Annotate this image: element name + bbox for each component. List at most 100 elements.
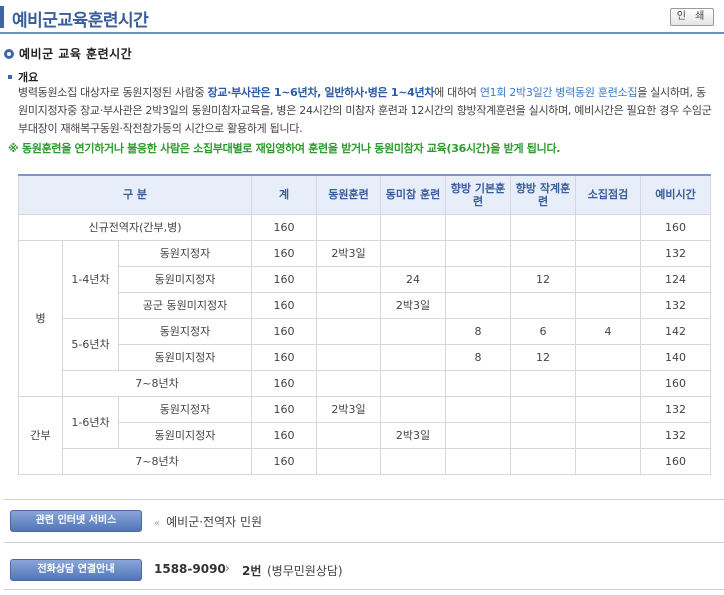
circle-bullet-icon [4, 48, 14, 59]
cell-basic: 8 [445, 317, 511, 345]
related-services-row: 관련 인터넷 서비스 « 예비군·전역자 민원 [4, 499, 724, 543]
row-category: 동원미지정자 [118, 265, 252, 293]
cell-reserve: 132 [640, 291, 711, 319]
row-category: 동원미지정자 [118, 421, 252, 449]
cell-mobilization [316, 291, 381, 319]
cell-check [575, 265, 641, 293]
related-link-label: 예비군·전역자 민원 [166, 515, 263, 529]
table-row: 동원미지정자 160 8 12 140 [19, 343, 711, 371]
print-button[interactable]: 인 쇄 [670, 8, 714, 26]
cell-total: 160 [251, 343, 317, 371]
cell-nonattendee [380, 343, 446, 371]
cell-check [575, 395, 641, 423]
cell-mobilization [316, 317, 381, 345]
cell-nonattendee: 2박3일 [380, 291, 446, 319]
cell-check [575, 291, 641, 319]
cell-basic [445, 291, 511, 319]
phone-extension: 2번 [242, 564, 262, 578]
table-row: 공군 동원미지정자 160 2박3일 132 [19, 291, 711, 319]
header-check: 소집점검 [575, 174, 641, 215]
cell-basic [445, 213, 511, 241]
cell-nonattendee: 24 [380, 265, 446, 293]
cell-operation [510, 369, 576, 397]
cell-check [575, 213, 641, 241]
overview-title: 개요 [18, 71, 39, 84]
cell-reserve: 124 [640, 265, 711, 293]
cell-basic [445, 369, 511, 397]
cell-operation [510, 395, 576, 423]
phone-number: 1588-9090 [154, 562, 226, 576]
table-row: 병 1-4년차 동원지정자 160 2박3일 132 [18, 239, 711, 397]
header-reserve: 예비시간 [640, 174, 711, 215]
cell-reserve: 132 [640, 239, 711, 267]
cell-check [575, 421, 641, 449]
group-years: 1-6년차 [62, 395, 119, 449]
cell-basic [445, 265, 511, 293]
table-row: 7~8년차 160 160 [19, 369, 711, 397]
cell-mobilization [316, 265, 381, 293]
cell-operation: 6 [510, 317, 576, 345]
cell-operation [510, 447, 576, 475]
row-category: 신규전역자(간부,병) [18, 213, 252, 241]
cell-operation [510, 421, 576, 449]
header-nonattendee: 동미참 훈련 [380, 174, 446, 215]
group-years: 5-6년차 [62, 317, 119, 371]
page-title: 예비군교육훈련시간 [12, 11, 149, 31]
training-hours-table: 구 분 계 동원훈련 동미참 훈련 향방 기본훈련 향방 작계훈련 소집점검 예… [18, 174, 711, 475]
cell-mobilization [316, 213, 381, 241]
cell-total: 160 [251, 447, 317, 475]
cell-operation [510, 239, 576, 267]
cell-basic [445, 395, 511, 423]
cell-reserve: 132 [640, 421, 711, 449]
cell-operation: 12 [510, 265, 576, 293]
overview-text-2: 에 대하여 [434, 86, 480, 99]
group-soldier: 병 [18, 239, 63, 397]
cell-nonattendee [380, 447, 446, 475]
table-row: 7~8년차 160 160 [19, 447, 711, 475]
cell-reserve: 140 [640, 343, 711, 371]
table-row: 동원미지정자 160 24 12 124 [19, 265, 711, 293]
page-header: 예비군교육훈련시간 인 쇄 [0, 0, 724, 34]
phone-consult-row: 전화상담 연결안내 1588-9090 › 2번 (병무민원상담) [4, 552, 724, 590]
cell-total: 160 [251, 317, 317, 345]
overview-text-1: 병력동원소집 대상자로 동원지정된 사람중 [18, 86, 208, 99]
section-title: 예비군 교육 훈련시간 [19, 47, 133, 61]
cell-check [575, 447, 641, 475]
cell-check: 4 [575, 317, 641, 345]
phone-description: (병무민원상담) [267, 564, 343, 578]
notice-text: ※ 동원훈련을 연기하거나 불응한 사람은 소집부대별로 재입영하여 훈련을 받… [8, 142, 561, 155]
related-services-button[interactable]: 관련 인터넷 서비스 [10, 510, 142, 532]
cell-check [575, 239, 641, 267]
section-heading: 예비군 교육 훈련시간 [4, 45, 132, 62]
phone-consult-button[interactable]: 전화상담 연결안내 [10, 559, 142, 581]
row-category: 동원지정자 [118, 395, 252, 423]
header-operation: 향방 작계훈련 [510, 174, 576, 215]
group-officer: 간부 [18, 395, 63, 475]
cell-reserve: 160 [640, 447, 711, 475]
table-row: 동원미지정자 160 2박3일 132 [19, 421, 711, 449]
header-total: 계 [251, 174, 317, 215]
cell-total: 160 [251, 213, 317, 241]
row-category: 7~8년차 [62, 447, 252, 475]
cell-operation: 12 [510, 343, 576, 371]
cell-reserve: 142 [640, 317, 711, 345]
cell-basic [445, 421, 511, 449]
cell-nonattendee [380, 213, 446, 241]
group-years: 1-4년차 [62, 239, 119, 319]
cell-total: 160 [251, 291, 317, 319]
reserve-civil-link[interactable]: « 예비군·전역자 민원 [154, 513, 262, 530]
row-category: 동원미지정자 [118, 343, 252, 371]
table-header-row: 구 분 계 동원훈련 동미참 훈련 향방 기본훈련 향방 작계훈련 소집점검 예… [18, 174, 711, 215]
cell-total: 160 [251, 239, 317, 267]
row-category: 동원지정자 [118, 317, 252, 345]
cell-basic: 8 [445, 343, 511, 371]
cell-check [575, 343, 641, 371]
cell-mobilization: 2박3일 [316, 395, 381, 423]
cell-nonattendee [380, 239, 446, 267]
cell-operation [510, 213, 576, 241]
overview-highlight-1: 장교·부사관은 1~6년차, 일반하사·병은 1~4년차 [207, 86, 435, 99]
header-accent-bar [0, 6, 4, 28]
cell-reserve: 160 [640, 213, 711, 241]
table-row: 5-6년차 동원지정자 160 8 6 4 142 [19, 317, 711, 371]
cell-reserve: 160 [640, 369, 711, 397]
